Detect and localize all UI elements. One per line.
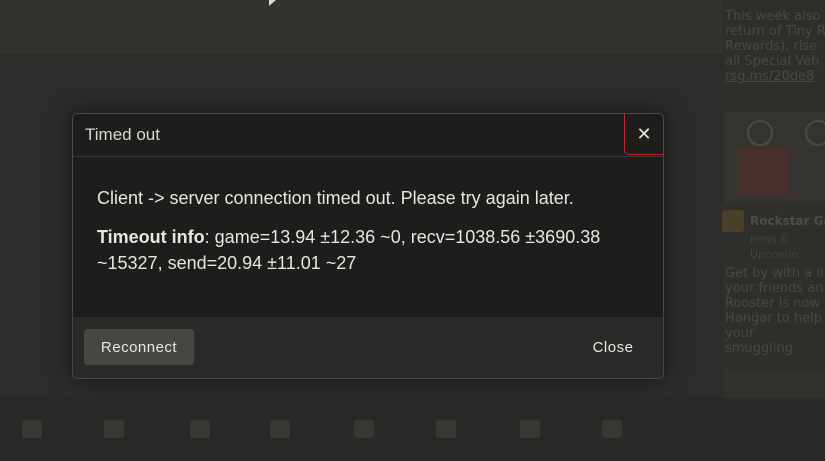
dialog-title: Timed out xyxy=(85,125,160,144)
timeout-info: Timeout info: game=13.94 ±12.36 ~0, recv… xyxy=(97,224,647,276)
dialog-footer: Reconnect Close xyxy=(73,317,663,378)
feed-link: rsg.ms/20de8 xyxy=(725,69,815,84)
feed-body-line: Rooster is now xyxy=(725,296,821,311)
feed-card-image xyxy=(725,112,825,204)
feed-image-poster xyxy=(737,148,789,196)
feed-body-line: Hangar to help xyxy=(725,311,822,326)
bottom-bar-icon xyxy=(602,420,622,438)
close-glyph: ✕ xyxy=(636,123,652,145)
dialog-body: Client -> server connection timed out. P… xyxy=(97,186,647,276)
bottom-bar-icon xyxy=(22,420,42,438)
timeout-info-label: Timeout info xyxy=(97,227,205,247)
feed-image-ring-icon xyxy=(747,120,773,146)
feed-author-name: Rockstar Game xyxy=(750,213,825,228)
feed-line: return of Tiny R xyxy=(725,24,825,39)
feed-author-sub: Infos & Upcomin xyxy=(750,233,799,261)
background-news-feed: This week also return of Tiny R Rewards)… xyxy=(722,0,825,461)
background-bottom-bar xyxy=(0,398,825,461)
mouse-cursor-icon xyxy=(269,0,283,6)
feed-body-line: Get by with a li xyxy=(725,266,824,281)
feed-body-line: your friends an xyxy=(725,281,824,296)
timeout-dialog: Timed out ✕ Client -> server connection … xyxy=(72,113,664,379)
error-message: Client -> server connection timed out. P… xyxy=(97,188,574,208)
feed-body-line: your smuggling xyxy=(725,326,793,356)
feed-line: Rewards), rise xyxy=(725,39,818,54)
bottom-bar-icon xyxy=(270,420,290,438)
bottom-bar-icon xyxy=(436,420,456,438)
bottom-bar-icon xyxy=(104,420,124,438)
rockstar-logo-icon xyxy=(722,210,744,232)
bottom-bar-icon xyxy=(354,420,374,438)
dialog-header: Timed out ✕ xyxy=(73,114,663,157)
feed-line: all Special Veh xyxy=(725,54,820,69)
bottom-bar-icon xyxy=(190,420,210,438)
bottom-bar-icon xyxy=(520,420,540,438)
feed-image-ring-icon xyxy=(805,120,825,146)
background-topbar xyxy=(0,0,825,53)
feed-author: Rockstar Game xyxy=(722,210,825,232)
close-icon[interactable]: ✕ xyxy=(624,114,663,155)
feed-line: This week also xyxy=(725,9,821,24)
reconnect-button[interactable]: Reconnect xyxy=(84,329,194,365)
close-button[interactable]: Close xyxy=(577,329,649,365)
